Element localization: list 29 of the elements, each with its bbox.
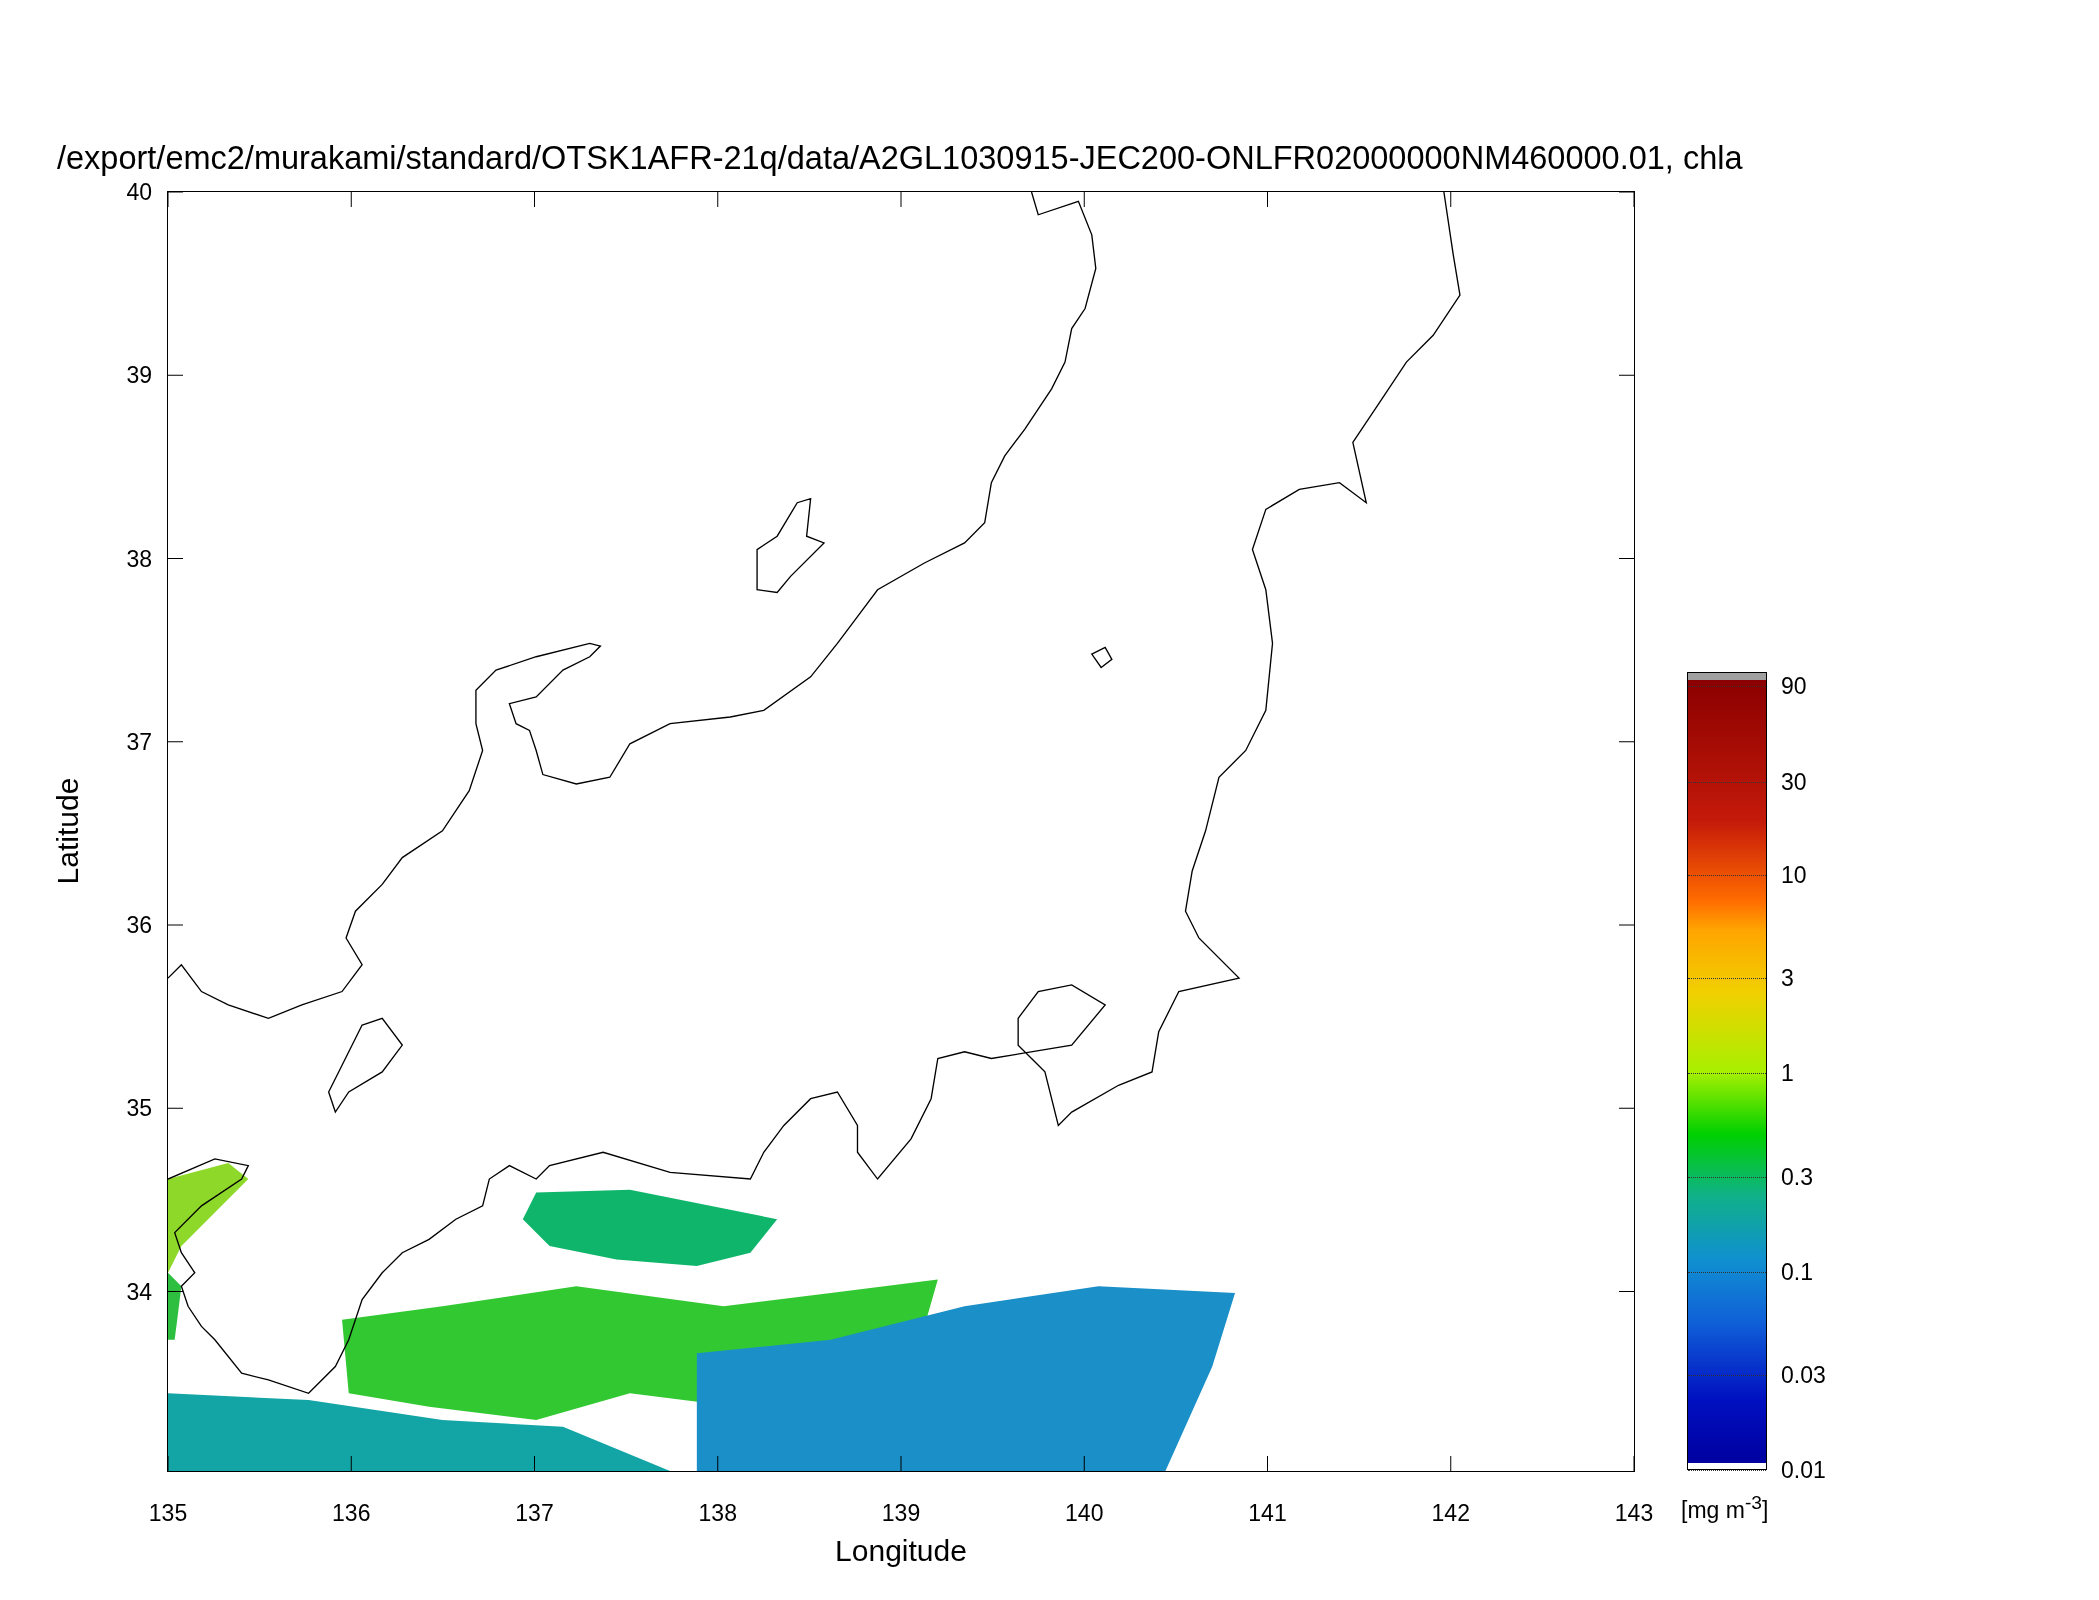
x-tick-label: 135	[148, 1501, 188, 1525]
scale-tick-label: 0.03	[1781, 1363, 1826, 1388]
scale-tick-label: 90	[1781, 674, 1807, 699]
unit-label: [mg m$^{-3}$]	[1681, 1492, 1770, 1524]
x-tick-label: 140	[1065, 1501, 1104, 1525]
y-axis-label: Latitude	[51, 777, 85, 885]
scale-tick-label: 0.1	[1781, 1260, 1813, 1285]
y-tick-label: 36	[126, 913, 152, 937]
x-tick-label: 143	[1614, 1501, 1654, 1525]
x-tick-label: 137	[515, 1501, 554, 1525]
x-tick-label: 141	[1248, 1501, 1287, 1525]
y-tick-label: 35	[126, 1096, 152, 1121]
x-axis-label: Longitude	[835, 1534, 967, 1568]
scale-tick-label: 10	[1781, 863, 1807, 888]
y-tick-label: 38	[126, 546, 152, 571]
plot-title: /export/emc2/murakami/standard/OTSK1AFR-21q/data/A2GL1030915-JEC200-ONLFR02000000NM460000.01, chla	[56, 139, 1744, 175]
x-tick-label: 138	[698, 1501, 737, 1525]
scale-tick-label: 3	[1781, 966, 1794, 991]
scale-tick-label: 30	[1781, 770, 1807, 795]
y-tick-label: 37	[126, 729, 152, 754]
x-tick-label: 136	[332, 1501, 371, 1525]
scale-tick-label: 0.01	[1781, 1458, 1826, 1482]
x-tick-label: 139	[881, 1501, 921, 1525]
scale-tick-label: 0.3	[1781, 1165, 1813, 1190]
x-tick-label: 142	[1431, 1501, 1470, 1525]
y-tick-label: 39	[126, 363, 152, 388]
y-tick-label: 40	[126, 180, 152, 204]
y-tick-label: 34	[126, 1279, 152, 1304]
scale-tick-label: 1	[1781, 1061, 1794, 1086]
